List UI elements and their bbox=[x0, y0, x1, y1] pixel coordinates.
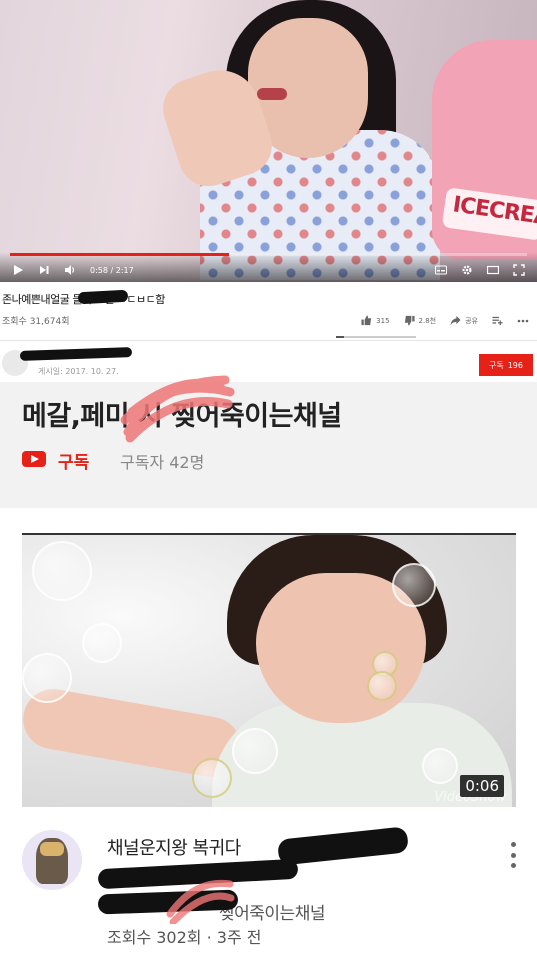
settings-icon[interactable] bbox=[461, 264, 473, 276]
redaction-mark bbox=[276, 826, 410, 866]
banner-subscribe-button[interactable]: 구독 bbox=[58, 448, 89, 473]
fullscreen-icon[interactable] bbox=[513, 264, 525, 276]
volume-icon[interactable] bbox=[64, 264, 76, 276]
video-duration-badge: 0:06 bbox=[460, 775, 504, 797]
subscribe-count: 196 bbox=[507, 360, 523, 370]
bubble bbox=[392, 563, 436, 607]
like-button[interactable]: 315 bbox=[361, 315, 390, 326]
total-time: 2:17 bbox=[115, 265, 134, 275]
bubble bbox=[192, 758, 232, 798]
view-count: 조회수 302회 · 3주 전 bbox=[107, 928, 262, 947]
subscribe-label: 구독 bbox=[488, 360, 504, 370]
redaction-mark bbox=[19, 347, 133, 361]
censor-scribble bbox=[166, 879, 235, 924]
like-count: 315 bbox=[376, 316, 390, 325]
bubble bbox=[82, 623, 122, 663]
censor-scribble bbox=[120, 375, 235, 443]
video-title[interactable]: 채널운지왕 복귀다 bbox=[107, 834, 241, 860]
share-icon bbox=[450, 315, 461, 326]
add-to-button[interactable] bbox=[492, 315, 503, 326]
thumbnail-border bbox=[22, 533, 516, 535]
post-date: 게시일: 2017. 10. 27. bbox=[38, 367, 119, 376]
share-label: 공유 bbox=[465, 316, 478, 325]
more-actions-button[interactable] bbox=[517, 319, 529, 323]
bubble bbox=[367, 671, 397, 701]
divider bbox=[0, 340, 537, 341]
video-actions: 315 2.8천 공유 bbox=[361, 315, 529, 326]
time-display: 0:58 / 2:17 bbox=[90, 265, 134, 275]
progress-bar[interactable] bbox=[10, 253, 527, 256]
theater-icon[interactable] bbox=[487, 264, 499, 276]
like-icon bbox=[361, 315, 372, 326]
dislike-count: 2.8천 bbox=[418, 316, 437, 325]
dislike-button[interactable]: 2.8천 bbox=[404, 315, 437, 326]
current-time: 0:58 bbox=[90, 265, 108, 275]
subtitles-icon[interactable] bbox=[435, 264, 447, 276]
controls-right bbox=[435, 264, 525, 276]
like-ratio-bar bbox=[336, 336, 416, 338]
view-count: 조회수 31,674회 bbox=[2, 317, 70, 327]
bubble bbox=[22, 653, 72, 703]
bubble bbox=[32, 541, 92, 601]
more-vertical-icon[interactable] bbox=[507, 842, 519, 868]
like-ratio-fill bbox=[336, 336, 344, 338]
youtube-logo-icon bbox=[22, 451, 46, 467]
dislike-icon bbox=[404, 315, 415, 326]
controls-left: 0:58 / 2:17 bbox=[12, 264, 134, 276]
more-horizontal-icon bbox=[517, 319, 529, 322]
share-button[interactable]: 공유 bbox=[450, 315, 478, 326]
video-thumbnail[interactable]: VideoShow 0:06 bbox=[22, 533, 516, 807]
play-icon[interactable] bbox=[12, 264, 24, 276]
bubble bbox=[232, 728, 278, 774]
add-to-icon bbox=[492, 316, 503, 326]
next-icon[interactable] bbox=[38, 264, 50, 276]
avatar-figure-detail bbox=[40, 842, 64, 856]
progress-fill bbox=[10, 253, 229, 256]
channel-avatar[interactable] bbox=[22, 830, 82, 890]
banner-subscriber-count: 구독자 42명 bbox=[120, 453, 205, 472]
bubble bbox=[422, 748, 458, 784]
video-frame-lips bbox=[257, 88, 287, 100]
video-player[interactable]: ICECREA 0:58 / 2:17 bbox=[0, 0, 537, 282]
subscribe-button[interactable]: 구독 196 bbox=[479, 354, 533, 376]
